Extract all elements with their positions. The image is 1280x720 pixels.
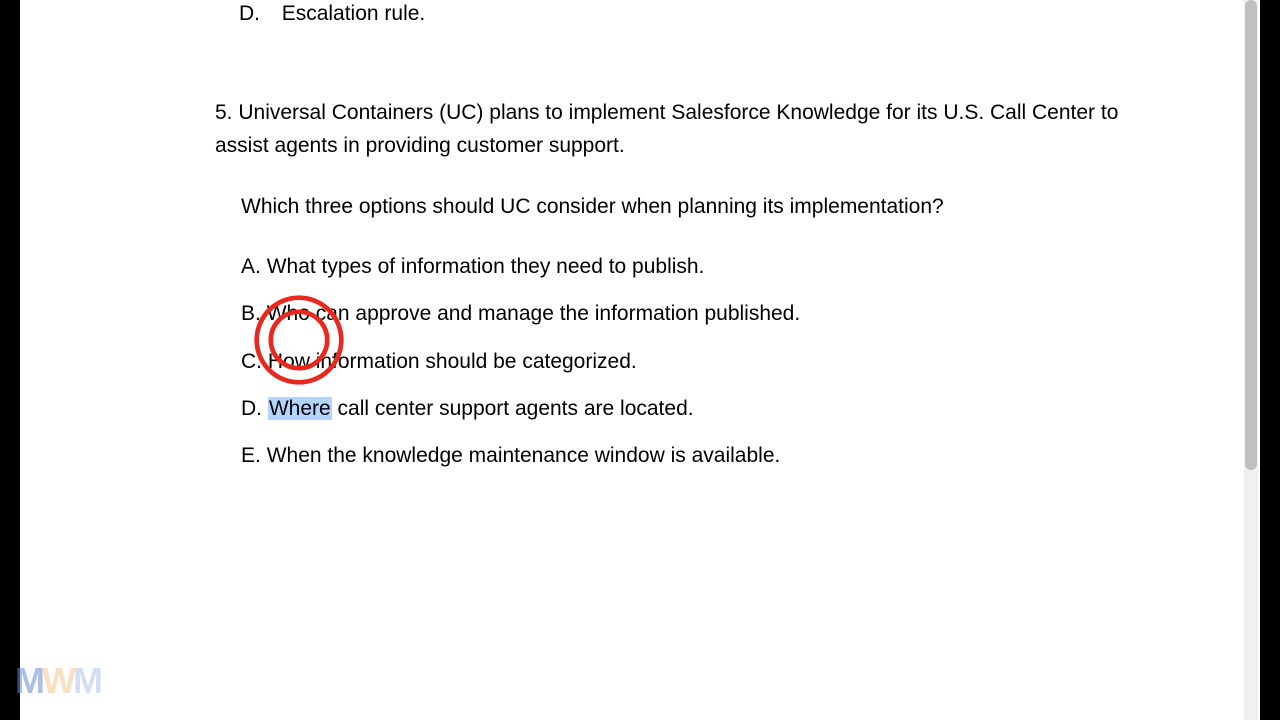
option-d: D. Where call center support agents are … bbox=[241, 394, 1120, 423]
option-text: Who can approve and manage the informati… bbox=[267, 302, 801, 325]
scrollbar-thumb[interactable] bbox=[1245, 0, 1257, 470]
option-text-rest: call center support agents are located. bbox=[332, 397, 694, 420]
option-text: What types of information they need to p… bbox=[267, 255, 705, 278]
vertical-scrollbar[interactable] bbox=[1244, 0, 1258, 720]
question-body: Universal Containers (UC) plans to imple… bbox=[215, 101, 1118, 157]
question-5-sub: Which three options should UC consider w… bbox=[241, 192, 1120, 221]
question-5-text: 5. Universal Containers (UC) plans to im… bbox=[215, 97, 1120, 162]
option-text: How information should be categorized. bbox=[268, 350, 637, 373]
watermark-w: W bbox=[42, 660, 73, 701]
option-letter: E. bbox=[241, 444, 261, 467]
document-content: D. Escalation rule. 5. Universal Contain… bbox=[60, 0, 1220, 471]
question-number: 5. bbox=[215, 101, 233, 124]
option-text: Escalation rule. bbox=[282, 2, 426, 25]
watermark-m1: M bbox=[15, 660, 42, 701]
option-text: When the knowledge maintenance window is… bbox=[267, 444, 781, 467]
option-c: C. How information should be categorized… bbox=[241, 347, 1120, 376]
watermark-m2: M bbox=[73, 660, 100, 701]
option-letter: B. bbox=[241, 302, 261, 325]
option-e: E. When the knowledge maintenance window… bbox=[241, 441, 1120, 470]
prev-question-option-d: D. Escalation rule. bbox=[239, 0, 1120, 27]
option-letter: C. bbox=[241, 350, 262, 373]
watermark-logo: MWM bbox=[15, 660, 100, 702]
document-page: D. Escalation rule. 5. Universal Contain… bbox=[20, 0, 1260, 720]
video-frame: D. Escalation rule. 5. Universal Contain… bbox=[0, 0, 1280, 720]
selected-text[interactable]: Where bbox=[268, 397, 332, 420]
option-letter: D. bbox=[239, 2, 260, 25]
option-b: B. Who can approve and manage the inform… bbox=[241, 299, 1120, 328]
option-letter: A. bbox=[241, 255, 261, 278]
option-letter: D. bbox=[241, 397, 262, 420]
option-a: A. What types of information they need t… bbox=[241, 252, 1120, 281]
